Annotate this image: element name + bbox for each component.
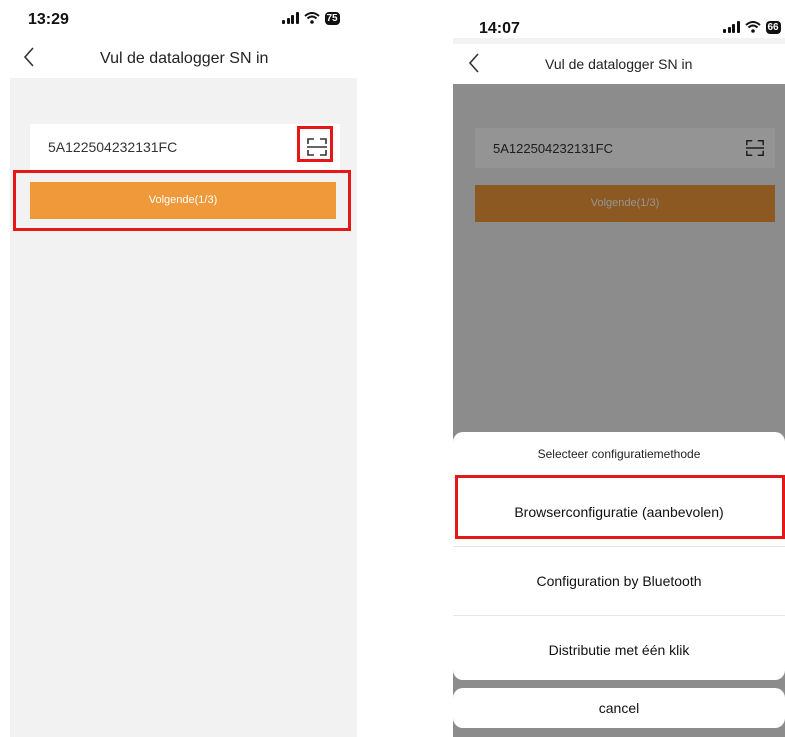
back-arrow-icon[interactable] — [467, 52, 481, 74]
wifi-icon — [303, 12, 320, 24]
highlight-box-scan — [297, 126, 333, 162]
config-method-sheet: Selecteer configuratiemethode Browsercon… — [453, 432, 785, 680]
battery-icon: 66 — [765, 20, 781, 34]
status-bar: 13:29 75 — [10, 0, 357, 38]
status-time: 13:29 — [28, 11, 69, 28]
page-title: Vul de datalogger SN in — [545, 56, 693, 72]
signal-icon — [723, 21, 740, 33]
status-icons: 66 — [723, 19, 781, 35]
option-bluetooth-config[interactable]: Configuration by Bluetooth — [453, 546, 785, 615]
option-one-click[interactable]: Distributie met één klik — [453, 615, 785, 680]
page-title: Vul de datalogger SN in — [100, 50, 269, 67]
nav-bar: Vul de datalogger SN in — [453, 44, 785, 84]
status-time: 14:07 — [479, 20, 520, 37]
cancel-button[interactable]: cancel — [453, 688, 785, 728]
back-arrow-icon[interactable] — [22, 46, 36, 68]
battery-icon: 75 — [324, 11, 340, 25]
phone-screen-left: 13:29 75 Vul de datalogger SN in 5A12250… — [10, 0, 357, 737]
serial-number-value: 5A122504232131FC — [48, 139, 178, 155]
sheet-title: Selecteer configuratiemethode — [537, 447, 701, 461]
serial-number-input[interactable]: 5A122504232131FC — [30, 124, 340, 170]
phone-screen-right: 14:07 66 Vul de datalogger SN in 5A12250… — [453, 0, 785, 737]
signal-icon — [282, 12, 299, 24]
nav-bar: Vul de datalogger SN in — [10, 38, 357, 78]
wifi-icon — [744, 21, 761, 33]
status-bar: 14:07 66 — [453, 0, 785, 38]
status-icons: 75 — [282, 10, 340, 26]
highlight-box-browser-config — [455, 475, 785, 539]
highlight-box-next — [13, 170, 351, 231]
